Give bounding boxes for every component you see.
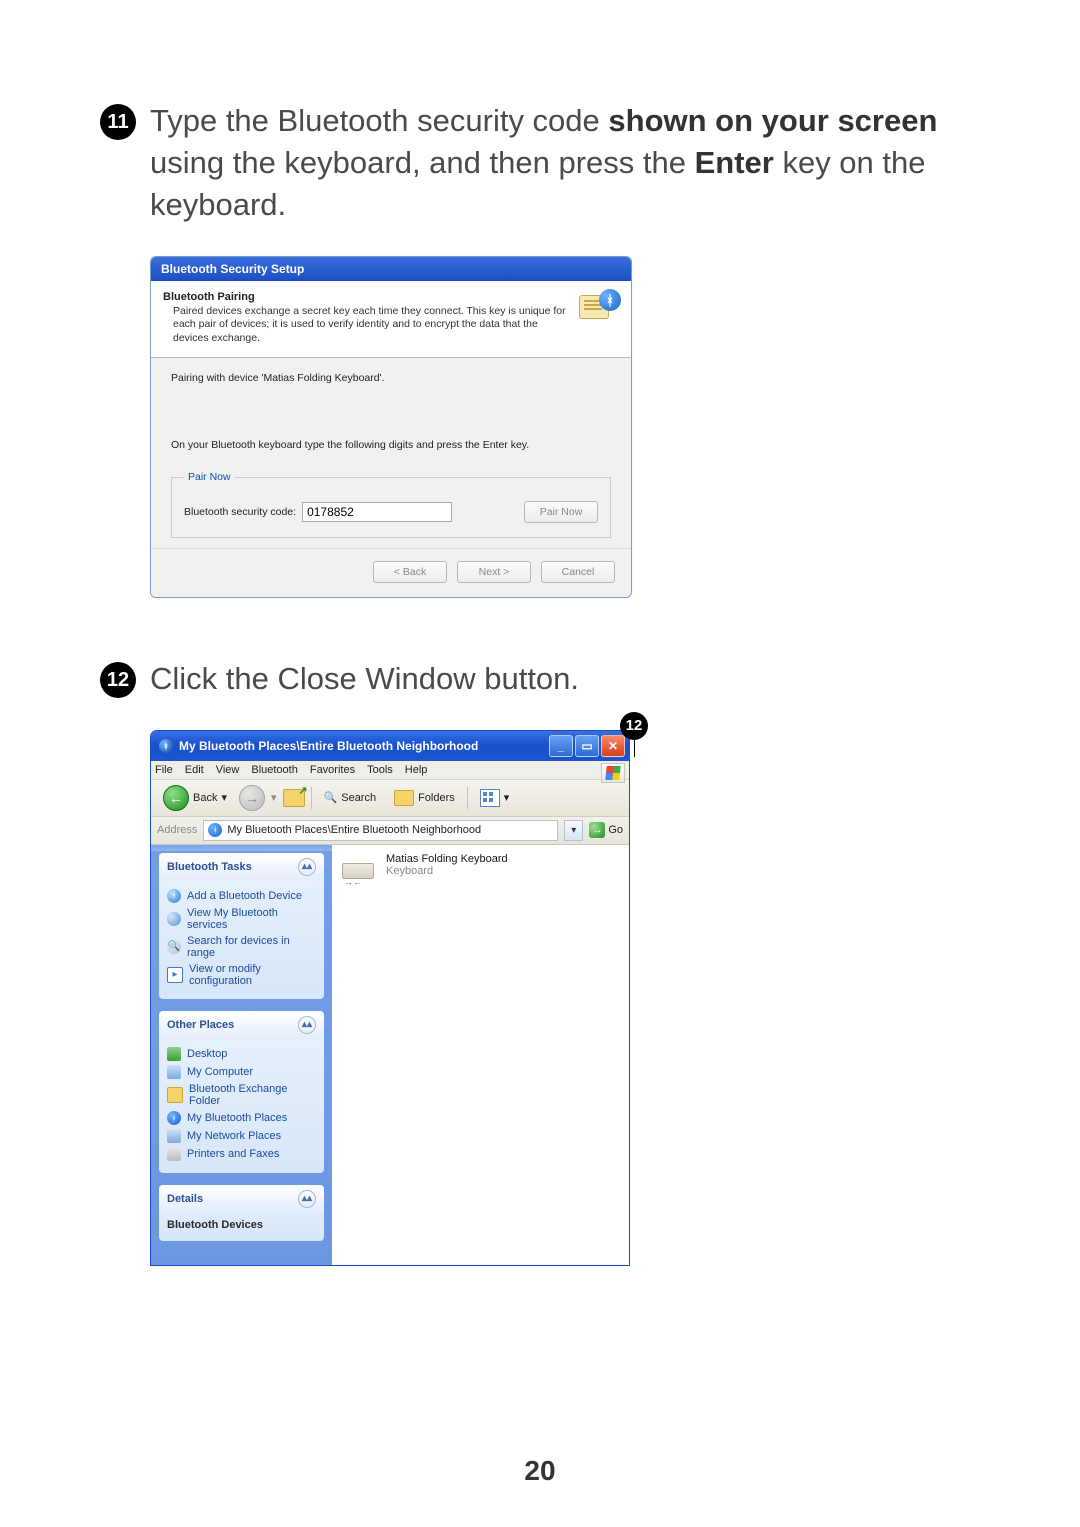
panel-title: Bluetooth Tasks xyxy=(167,861,252,873)
place-my-computer[interactable]: My Computer xyxy=(167,1063,316,1081)
place-printers[interactable]: Printers and Faxes xyxy=(167,1145,316,1163)
dropdown-arrow-icon: ▾ xyxy=(504,791,510,804)
page-number: 20 xyxy=(0,1455,1080,1487)
dialog-title: Bluetooth Security Setup xyxy=(151,257,631,281)
content-area: →← Matias Folding Keyboard Keyboard xyxy=(332,845,629,1265)
search-button[interactable]: 🔍 Search xyxy=(318,789,383,806)
back-label: Back xyxy=(193,792,217,804)
forward-nav-button[interactable]: → xyxy=(239,785,265,811)
desktop-icon xyxy=(167,1047,181,1061)
menu-tools[interactable]: Tools xyxy=(367,764,393,776)
address-dropdown[interactable]: ▾ xyxy=(564,820,583,841)
bluetooth-icon: ᚼ xyxy=(208,823,222,837)
menu-help[interactable]: Help xyxy=(405,764,428,776)
step-12-text: Click the Close Window button. xyxy=(150,658,579,700)
folders-button[interactable]: Folders xyxy=(388,788,461,808)
go-label: Go xyxy=(608,824,623,836)
menu-view[interactable]: View xyxy=(216,764,240,776)
search-icon: 🔍 xyxy=(167,940,181,954)
menu-favorites[interactable]: Favorites xyxy=(310,764,355,776)
globe-icon xyxy=(167,912,181,926)
network-icon xyxy=(167,1129,181,1143)
panel-title: Other Places xyxy=(167,1019,234,1031)
next-button[interactable]: Next > xyxy=(457,561,531,583)
keyboard-icon: →← xyxy=(342,853,378,883)
menu-bluetooth[interactable]: Bluetooth xyxy=(251,764,297,776)
address-value: My Bluetooth Places\Entire Bluetooth Nei… xyxy=(227,824,481,836)
menu-bar: File Edit View Bluetooth Favorites Tools… xyxy=(151,761,629,780)
views-icon xyxy=(480,789,500,807)
pair-now-legend: Pair Now xyxy=(184,471,235,483)
other-places-panel: Other Places ▴▴ Desktop My Computer Blue… xyxy=(159,1011,324,1173)
bluetooth-security-dialog: Bluetooth Security Setup Bluetooth Pairi… xyxy=(150,256,632,599)
step-number-11: 11 xyxy=(100,104,136,140)
throbber-icon xyxy=(601,763,625,783)
cancel-button[interactable]: Cancel xyxy=(541,561,615,583)
explorer-window: ᚼ My Bluetooth Places\Entire Bluetooth N… xyxy=(150,730,630,1266)
search-icon: 🔍 xyxy=(324,791,338,804)
task-add-device[interactable]: ᚼAdd a Bluetooth Device xyxy=(167,887,316,905)
security-code-input[interactable] xyxy=(302,502,452,522)
place-network[interactable]: My Network Places xyxy=(167,1127,316,1145)
up-folder-button[interactable] xyxy=(283,789,305,807)
printer-icon xyxy=(167,1147,181,1161)
device-type: Keyboard xyxy=(386,865,508,877)
callout-12: 12 xyxy=(620,712,648,740)
place-desktop[interactable]: Desktop xyxy=(167,1045,316,1063)
task-view-services[interactable]: View My Bluetooth services xyxy=(167,905,316,933)
back-button[interactable]: < Back xyxy=(373,561,447,583)
folders-icon xyxy=(394,790,414,806)
dropdown-arrow-icon: ▾ xyxy=(271,791,277,804)
minimize-button[interactable]: _ xyxy=(549,735,573,757)
collapse-icon[interactable]: ▴▴ xyxy=(298,1016,316,1034)
place-bt-places[interactable]: ᚼMy Bluetooth Places xyxy=(167,1109,316,1127)
collapse-icon[interactable]: ▴▴ xyxy=(298,1190,316,1208)
menu-file[interactable]: File xyxy=(155,764,173,776)
folder-icon xyxy=(167,1087,183,1103)
go-button[interactable]: → Go xyxy=(589,822,623,838)
step-11-text: Type the Bluetooth security code shown o… xyxy=(150,100,980,226)
pairing-instructions: On your Bluetooth keyboard type the foll… xyxy=(171,439,611,453)
panel-title: Details xyxy=(167,1193,203,1205)
window-title: My Bluetooth Places\Entire Bluetooth Nei… xyxy=(179,739,549,753)
dialog-heading: Bluetooth Pairing xyxy=(163,291,571,303)
toolbar: ← Back ▾ → ▾ 🔍 Search Folders xyxy=(151,780,629,817)
config-icon: ▸ xyxy=(167,967,183,983)
bluetooth-icon: ᚼ xyxy=(167,889,181,903)
details-subtitle: Bluetooth Devices xyxy=(167,1219,316,1231)
task-modify-config[interactable]: ▸View or modify configuration xyxy=(167,961,316,989)
collapse-icon[interactable]: ▴▴ xyxy=(298,858,316,876)
close-button[interactable]: ✕ xyxy=(601,735,625,757)
bluetooth-tasks-panel: Bluetooth Tasks ▴▴ ᚼAdd a Bluetooth Devi… xyxy=(159,853,324,999)
details-panel: Details ▴▴ Bluetooth Devices xyxy=(159,1185,324,1241)
pair-now-fieldset: Pair Now Bluetooth security code: Pair N… xyxy=(171,471,611,538)
my-computer-icon xyxy=(167,1065,181,1079)
side-panel: Bluetooth Tasks ▴▴ ᚼAdd a Bluetooth Devi… xyxy=(151,845,332,1265)
address-field[interactable]: ᚼ My Bluetooth Places\Entire Bluetooth N… xyxy=(203,820,558,841)
device-item[interactable]: →← Matias Folding Keyboard Keyboard xyxy=(342,853,619,883)
pair-now-button[interactable]: Pair Now xyxy=(524,501,598,523)
address-bar: Address ᚼ My Bluetooth Places\Entire Blu… xyxy=(151,817,629,845)
bluetooth-icon: ᚼ xyxy=(167,1111,181,1125)
maximize-button[interactable]: ▭ xyxy=(575,735,599,757)
search-label: Search xyxy=(341,792,376,804)
views-button[interactable]: ▾ xyxy=(474,787,516,809)
window-icon: ᚼ xyxy=(159,739,173,753)
security-code-label: Bluetooth security code: xyxy=(184,506,296,518)
back-nav-button[interactable]: ← Back ▾ xyxy=(157,783,233,813)
dropdown-arrow-icon: ▾ xyxy=(221,791,227,804)
folders-label: Folders xyxy=(418,792,455,804)
pairing-device-line: Pairing with device 'Matias Folding Keyb… xyxy=(171,372,611,384)
back-icon: ← xyxy=(163,785,189,811)
dialog-subtext: Paired devices exchange a secret key eac… xyxy=(163,305,571,346)
device-name: Matias Folding Keyboard xyxy=(386,853,508,865)
step-number-12: 12 xyxy=(100,662,136,698)
place-bt-exchange[interactable]: Bluetooth Exchange Folder xyxy=(167,1081,316,1109)
menu-edit[interactable]: Edit xyxy=(185,764,204,776)
bluetooth-pairing-icon: ᚼ xyxy=(579,291,619,329)
task-search-devices[interactable]: 🔍Search for devices in range xyxy=(167,933,316,961)
address-label: Address xyxy=(157,824,197,836)
go-icon: → xyxy=(589,822,605,838)
